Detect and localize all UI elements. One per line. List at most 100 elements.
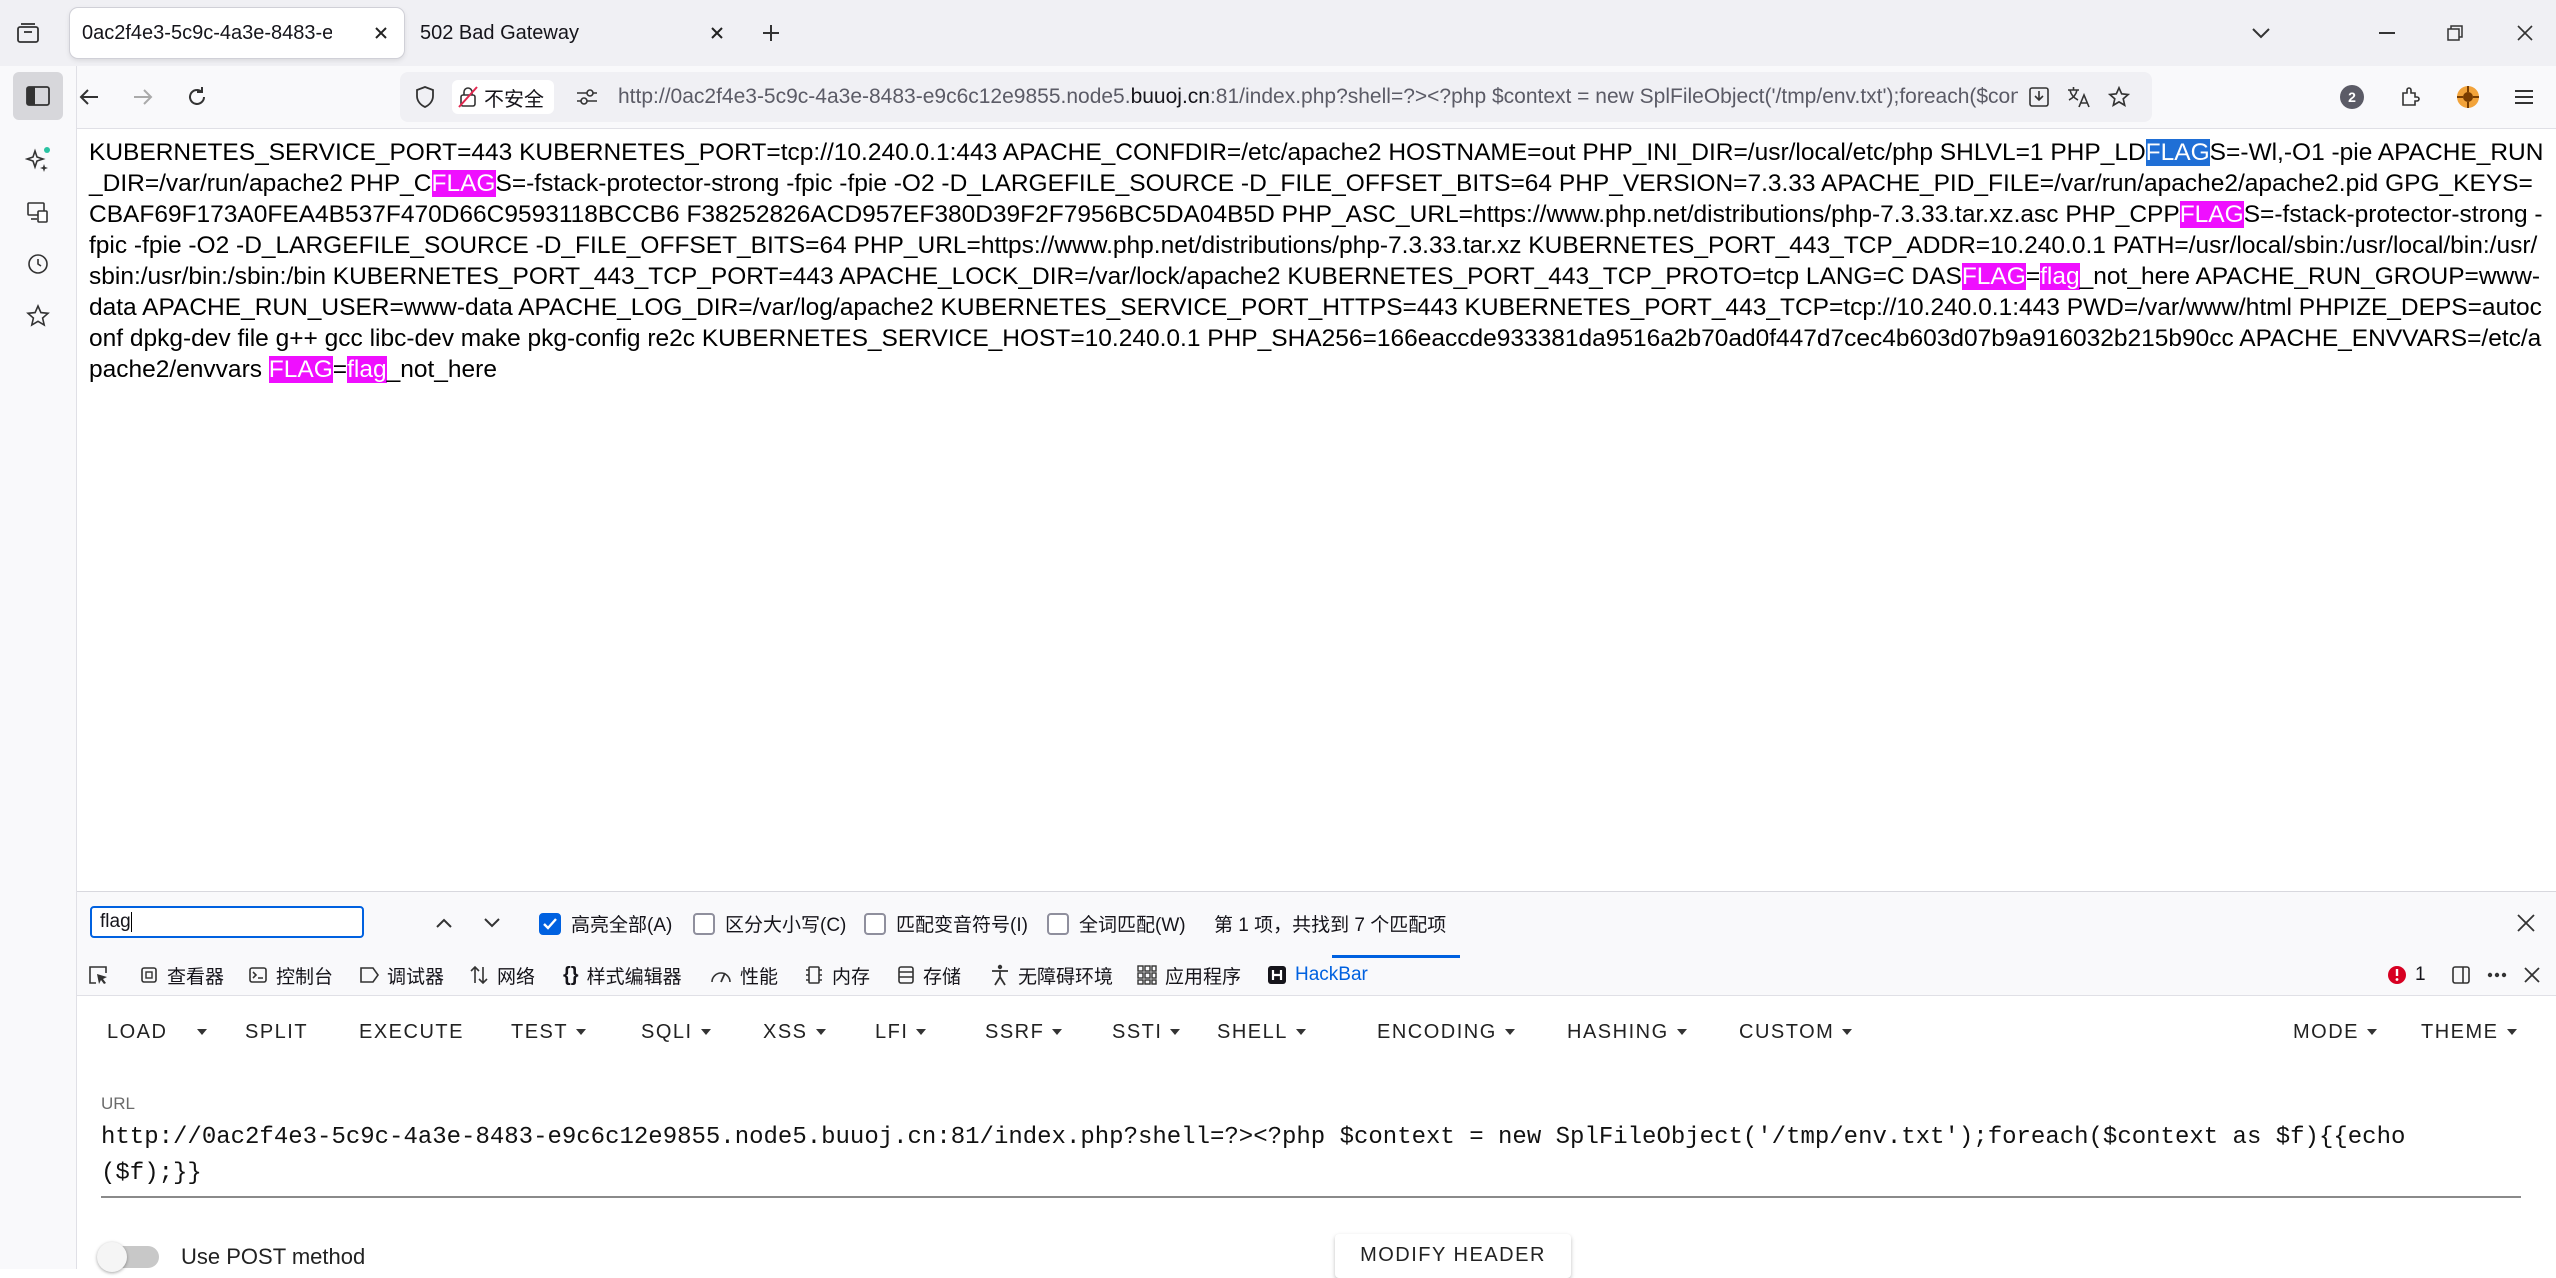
dropdown-caret-icon [2367, 1029, 2377, 1035]
hackbar-menu-custom[interactable]: CUSTOM [1739, 1016, 1853, 1048]
insecure-label: 不安全 [484, 88, 544, 111]
devtools-tab-label: 性能 [740, 966, 779, 988]
permissions-icon[interactable] [570, 80, 604, 114]
synced-tabs-icon[interactable] [14, 188, 62, 236]
match-case-label: 区分大小写(C) [725, 915, 847, 936]
dropdown-caret-icon [815, 1029, 826, 1035]
devtools-close-icon[interactable] [2517, 961, 2547, 989]
find-close-icon[interactable] [2511, 908, 2541, 938]
find-match-highlight: FLAG [431, 170, 496, 197]
url-field-underline [101, 1196, 2521, 1198]
devtools-tab-accessibility[interactable]: 无障碍环境 [990, 955, 1113, 995]
hackbar-menu-ssti[interactable]: SSTI [1112, 1016, 1181, 1048]
insecure-connection-badge[interactable]: 不安全 [452, 80, 554, 114]
checkbox-unchecked[interactable] [1047, 912, 1069, 935]
page-save-icon[interactable] [2022, 80, 2056, 114]
hackbar-menu-sqli[interactable]: SQLI [641, 1016, 711, 1048]
console-error-count[interactable]: 1 [2387, 955, 2426, 995]
extensions-icon[interactable] [2391, 78, 2429, 116]
tab-active[interactable]: 0ac2f4e3-5c9c-4a3e-8483-e9c6c12e9855.nod… [70, 8, 404, 58]
hackbar-menu-split[interactable]: SPLIT [245, 1016, 308, 1048]
chevron-down-icon[interactable] [2244, 16, 2278, 50]
find-query: flag [100, 911, 131, 932]
devtools-tab-performance[interactable]: 性能 [710, 955, 778, 995]
dropdown-caret-icon [576, 1029, 587, 1035]
checkbox-unchecked[interactable] [693, 912, 715, 935]
more-options-icon[interactable] [2482, 961, 2512, 989]
sidebar-toggle-icon[interactable] [13, 72, 63, 120]
url-field[interactable]: http://0ac2f4e3-5c9c-4a3e-8483-e9c6c12e9… [101, 1120, 2431, 1192]
hackbar-menu-execute[interactable]: EXECUTE [359, 1016, 464, 1048]
hackbar-menu-label: XSS [763, 1020, 808, 1043]
devtools-tab-debugger[interactable]: 调试器 [359, 955, 444, 995]
find-previous-icon[interactable] [429, 908, 459, 938]
history-icon[interactable] [14, 240, 62, 288]
window-close-icon[interactable] [2508, 16, 2542, 50]
forward-icon[interactable] [123, 78, 163, 116]
ai-sparkle-icon[interactable] [14, 136, 62, 184]
storage-icon [897, 965, 915, 985]
hackbar-menu-test[interactable]: TEST [511, 1016, 587, 1048]
restore-icon[interactable] [2438, 16, 2472, 50]
devtools-tab-label: 调试器 [387, 966, 445, 988]
devtools-tab-inspector[interactable]: 查看器 [139, 955, 224, 995]
reload-icon[interactable] [177, 78, 217, 116]
hackbar-menu-shell[interactable]: SHELL [1217, 1016, 1306, 1048]
devtools-tab-hackbar[interactable]: HackBar [1267, 955, 1368, 995]
devtools-tab-memory[interactable]: 内存 [804, 955, 870, 995]
checkbox-unchecked[interactable] [864, 912, 886, 935]
extension-badge-icon[interactable]: 2 [2333, 78, 2371, 116]
hackbar-menu-mode[interactable]: MODE [2293, 1016, 2377, 1048]
post-method-toggle-row[interactable]: Use POST method [97, 1242, 366, 1272]
devtools-tab-storage[interactable]: 存储 [897, 955, 961, 995]
hackbar-extension-icon[interactable] [2449, 78, 2487, 116]
whole-words-checkbox[interactable]: 全词匹配(W) [1047, 910, 1186, 937]
hackbar-menu-lfi[interactable]: LFI [875, 1016, 927, 1048]
element-picker-icon[interactable] [83, 961, 113, 989]
hackbar-menu-encoding[interactable]: ENCODING [1377, 1016, 1515, 1048]
dropdown-caret-icon [197, 1029, 208, 1035]
hackbar-menu-xss[interactable]: XSS [763, 1016, 826, 1048]
hackbar-menu-load[interactable]: LOAD [107, 1016, 208, 1048]
env-text-segment: _not_here [386, 356, 497, 383]
url-bar[interactable]: 不安全 http://0ac2f4e3-5c9c-4a3e-8483-e9c6c… [400, 72, 2152, 122]
env-text-segment: = [332, 356, 348, 383]
match-case-checkbox[interactable]: 区分大小写(C) [693, 910, 846, 937]
find-input[interactable]: flag [90, 906, 364, 938]
hackbar-menu-ssrf[interactable]: SSRF [985, 1016, 1063, 1048]
new-tab-icon[interactable] [754, 16, 788, 50]
post-method-toggle[interactable] [97, 1242, 159, 1272]
devtools-tab-style-editor[interactable]: {} 样式编辑器 [563, 955, 682, 995]
find-next-icon[interactable] [477, 908, 507, 938]
minimize-icon[interactable] [2370, 16, 2404, 50]
tab-list-icon[interactable] [10, 16, 46, 50]
hackbar-menu-theme[interactable]: THEME [2421, 1016, 2517, 1048]
checkbox-checked[interactable] [539, 912, 561, 935]
highlight-all-checkbox[interactable]: 高亮全部(A) [539, 910, 672, 937]
devtools-tab-application[interactable]: 应用程序 [1137, 955, 1241, 995]
close-icon[interactable] [704, 20, 730, 46]
close-icon[interactable] [368, 20, 394, 46]
hackbar-menu-label: HASHING [1567, 1020, 1669, 1043]
match-diacritics-checkbox[interactable]: 匹配变音符号(I) [864, 910, 1028, 937]
devtools-tab-network[interactable]: 网络 [469, 955, 535, 995]
hackbar-menu-label: SSRF [985, 1020, 1045, 1043]
translate-icon[interactable] [2062, 80, 2096, 114]
back-icon[interactable] [69, 78, 109, 116]
hackbar-menu-hashing[interactable]: HASHING [1567, 1016, 1687, 1048]
bookmarks-icon[interactable] [14, 292, 62, 340]
debugger-icon [359, 966, 379, 984]
accessibility-icon [990, 964, 1010, 986]
hackbar-panel: LOAD SPLIT EXECUTE TEST SQLI XSS LFI SSRF SSTI SH… [77, 996, 2556, 1278]
modify-header-button[interactable]: MODIFY HEADER [1335, 1234, 1571, 1278]
tab-bad-gateway[interactable]: 502 Bad Gateway [410, 8, 740, 58]
shield-icon[interactable] [408, 80, 442, 114]
find-status-text: 第 1 项，共找到 7 个匹配项 [1214, 915, 1447, 936]
bookmark-star-icon[interactable] [2102, 80, 2136, 114]
post-method-label: Use POST method [181, 1244, 366, 1269]
hackbar-menu-label: SSTI [1112, 1020, 1163, 1043]
url-text[interactable]: http://0ac2f4e3-5c9c-4a3e-8483-e9c6c12e9… [618, 72, 2018, 122]
devtools-tab-console[interactable]: 控制台 [248, 955, 333, 995]
app-menu-icon[interactable] [2505, 78, 2543, 116]
dock-icon[interactable] [2446, 961, 2476, 989]
